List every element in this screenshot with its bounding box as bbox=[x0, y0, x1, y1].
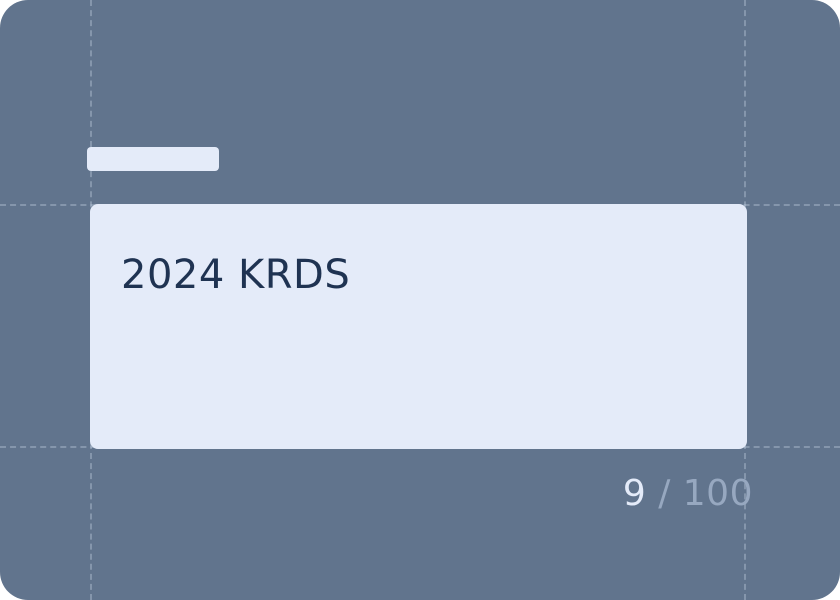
component-canvas: 2024 KRDS 9 / 100 bbox=[0, 0, 840, 600]
character-counter: 9 / 100 bbox=[623, 472, 753, 516]
character-count-max: 100 bbox=[682, 473, 753, 514]
textarea-field[interactable]: 2024 KRDS bbox=[90, 204, 747, 449]
character-count-current: 9 bbox=[622, 473, 647, 514]
field-label-placeholder bbox=[87, 147, 219, 171]
textarea-value: 2024 KRDS bbox=[121, 252, 351, 298]
character-count-separator: / bbox=[646, 473, 683, 514]
